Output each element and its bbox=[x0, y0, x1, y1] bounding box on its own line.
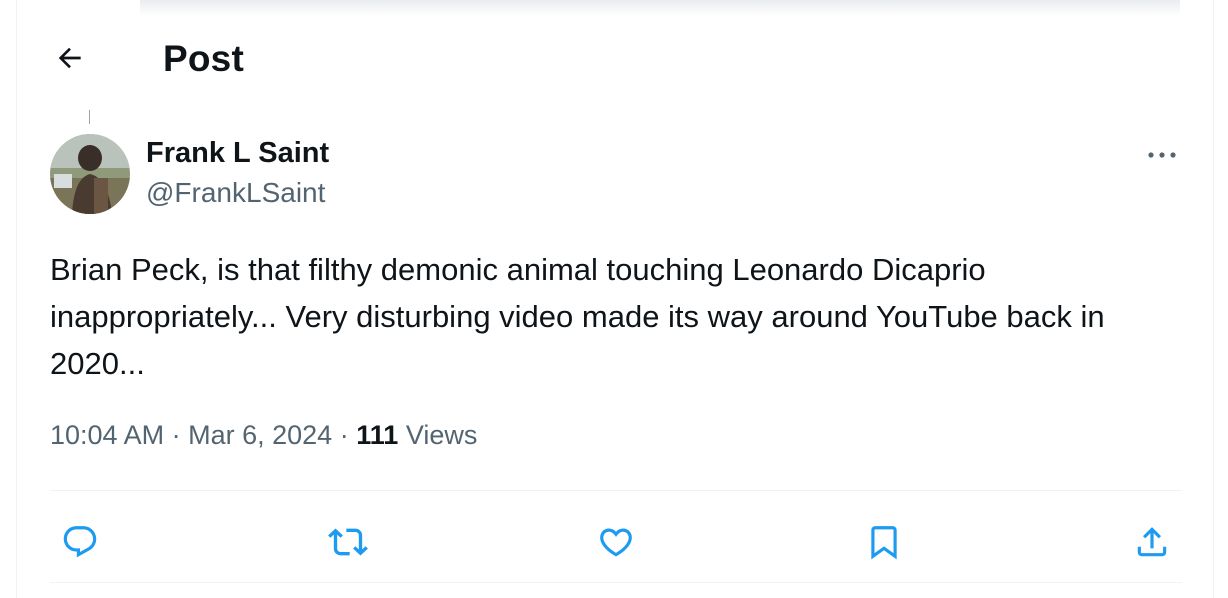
bookmark-icon bbox=[865, 523, 903, 561]
reply-button[interactable] bbox=[56, 518, 104, 566]
more-icon bbox=[1147, 151, 1177, 159]
thread-line bbox=[89, 110, 90, 124]
divider-top bbox=[50, 490, 1182, 491]
more-options-button[interactable] bbox=[1138, 140, 1186, 170]
like-button[interactable] bbox=[592, 518, 640, 566]
reply-icon bbox=[61, 523, 99, 561]
arrow-left-icon bbox=[54, 42, 86, 74]
header: Post bbox=[16, 30, 1212, 86]
post-metadata: 10:04 AM · Mar 6, 2024 · 111 Views bbox=[50, 420, 477, 451]
share-button[interactable] bbox=[1128, 518, 1176, 566]
author-name[interactable]: Frank L Saint bbox=[146, 137, 329, 170]
repost-icon bbox=[328, 522, 368, 562]
meta-separator: · bbox=[171, 420, 181, 450]
divider-bottom bbox=[50, 582, 1182, 583]
views-label: Views bbox=[405, 420, 478, 450]
share-icon bbox=[1133, 523, 1171, 561]
bookmark-button[interactable] bbox=[860, 518, 908, 566]
post-time[interactable]: 10:04 AM bbox=[50, 420, 164, 450]
post-date[interactable]: Mar 6, 2024 bbox=[188, 420, 332, 450]
avatar[interactable] bbox=[50, 134, 130, 214]
meta-separator: · bbox=[339, 420, 349, 450]
page-title: Post bbox=[163, 38, 244, 79]
views[interactable]: 111 Views bbox=[356, 420, 477, 450]
like-icon bbox=[597, 523, 635, 561]
post-text: Brian Peck, is that filthy demonic anima… bbox=[50, 252, 1105, 381]
top-shadow bbox=[140, 0, 1180, 16]
views-count: 111 bbox=[356, 420, 399, 450]
author-handle[interactable]: @FrankLSaint bbox=[146, 177, 325, 209]
repost-button[interactable] bbox=[324, 518, 372, 566]
back-button[interactable] bbox=[52, 40, 88, 76]
action-bar bbox=[0, 512, 1228, 568]
